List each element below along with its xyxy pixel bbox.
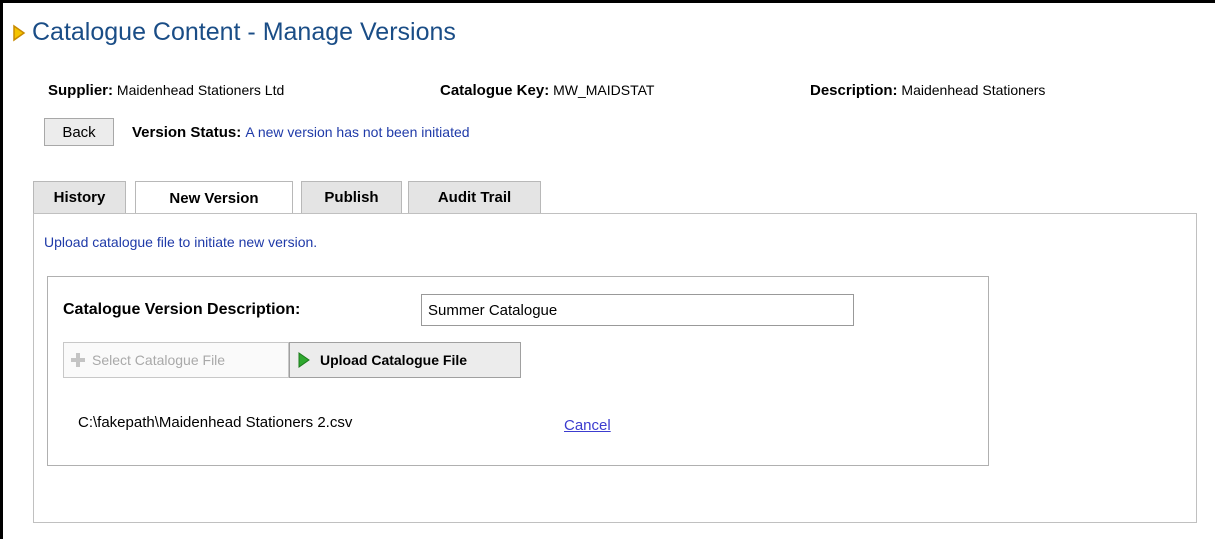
select-catalogue-file-label: Select Catalogue File	[92, 352, 226, 368]
upload-catalogue-file-button[interactable]: Upload Catalogue File	[289, 342, 521, 378]
cancel-link[interactable]: Cancel	[564, 417, 611, 434]
instruction-text: Upload catalogue file to initiate new ve…	[44, 234, 318, 250]
version-status-label: Version Status:	[132, 124, 242, 141]
tab-audit-trail[interactable]: Audit Trail	[408, 181, 541, 213]
plus-icon	[71, 353, 85, 367]
back-button[interactable]: Back	[44, 118, 114, 146]
description-info: Description: Maidenhead Stationers	[810, 82, 1045, 99]
version-description-label: Catalogue Version Description:	[63, 301, 301, 318]
title-row: Catalogue Content - Manage Versions	[12, 18, 456, 47]
description-label: Description:	[810, 82, 898, 99]
upload-form: Catalogue Version Description: Select Ca…	[47, 276, 989, 466]
tab-history[interactable]: History	[33, 181, 126, 213]
catalogue-key-value: MW_MAIDSTAT	[553, 82, 655, 98]
catalogue-key-label: Catalogue Key:	[440, 82, 550, 99]
supplier-value: Maidenhead Stationers Ltd	[116, 82, 285, 98]
catalogue-key-info: Catalogue Key: MW_MAIDSTAT	[440, 82, 654, 99]
version-status-value: A new version has not been initiated	[245, 124, 470, 140]
page-title: Catalogue Content - Manage Versions	[32, 18, 456, 46]
version-status: Version Status: A new version has not be…	[132, 124, 470, 141]
version-description-input[interactable]	[421, 294, 854, 326]
upload-catalogue-file-label: Upload Catalogue File	[320, 352, 468, 368]
tab-new-version[interactable]: New Version	[135, 181, 293, 215]
selected-file-path: C:\fakepath\Maidenhead Stationers 2.csv	[78, 414, 353, 431]
description-value: Maidenhead Stationers	[901, 82, 1046, 98]
green-arrow-icon	[298, 352, 310, 368]
tab-publish[interactable]: Publish	[301, 181, 402, 213]
new-version-panel: Upload catalogue file to initiate new ve…	[33, 213, 1197, 523]
select-catalogue-file-button[interactable]: Select Catalogue File	[63, 342, 289, 378]
play-triangle-icon	[13, 24, 26, 41]
supplier-label: Supplier:	[48, 82, 114, 99]
supplier-info: Supplier: Maidenhead Stationers Ltd	[48, 82, 284, 99]
